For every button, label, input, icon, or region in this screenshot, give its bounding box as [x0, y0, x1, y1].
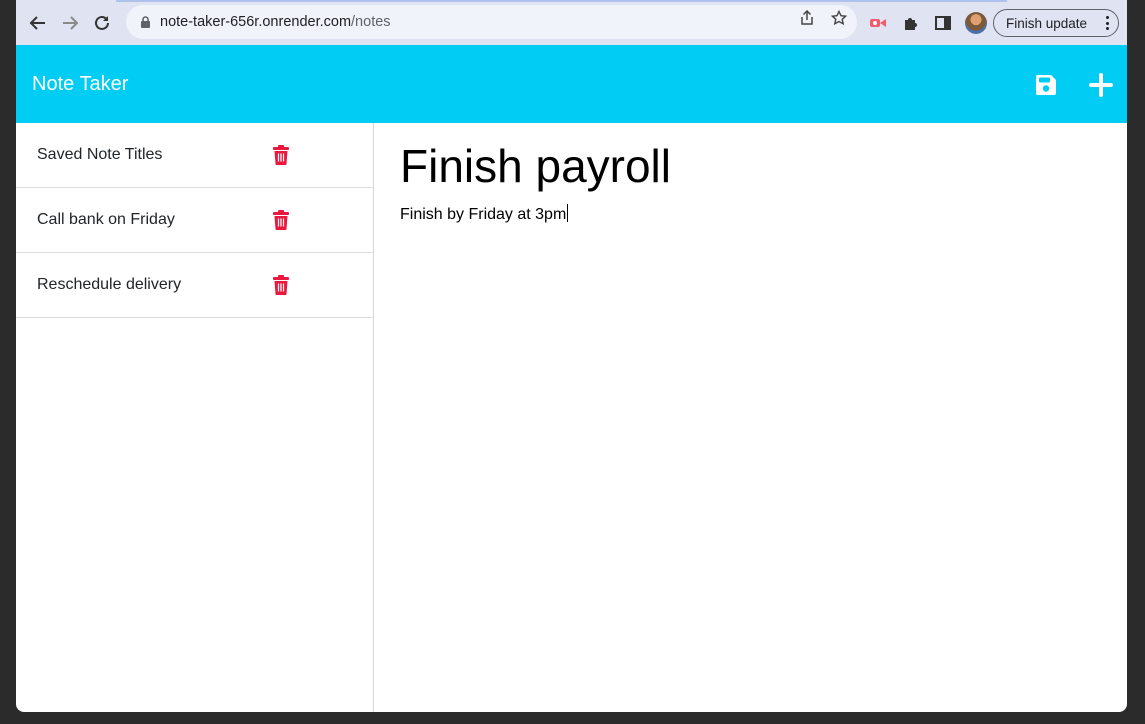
notes-sidebar: Saved Note Titles Call bank on Friday Re… [16, 123, 374, 712]
finish-update-button[interactable]: Finish update [993, 9, 1119, 37]
bookmark-star-icon[interactable] [830, 9, 848, 27]
lock-icon [138, 15, 152, 29]
more-menu-icon[interactable] [1105, 16, 1109, 30]
main-content: Saved Note Titles Call bank on Friday Re… [16, 123, 1127, 712]
extension-record-icon[interactable] [868, 13, 888, 33]
list-item[interactable]: Saved Note Titles [16, 123, 373, 188]
trash-icon[interactable] [273, 210, 289, 230]
save-icon[interactable] [1033, 72, 1059, 98]
app-header: Note Taker [16, 45, 1127, 123]
tab-strip-indicator [116, 0, 1007, 2]
note-item-label: Saved Note Titles [37, 146, 163, 163]
note-title-input[interactable]: Finish payroll [400, 139, 671, 193]
back-button[interactable] [26, 11, 50, 35]
forward-button[interactable] [58, 11, 82, 35]
arrow-left-icon [29, 16, 45, 30]
reload-icon [95, 15, 109, 30]
note-body-text: Finish by Friday at 3pm [400, 206, 567, 223]
note-list: Saved Note Titles Call bank on Friday Re… [16, 123, 373, 318]
browser-window: note-taker-656r.onrender.com/notes Finis… [16, 0, 1127, 712]
trash-icon[interactable] [273, 145, 289, 165]
arrow-right-icon [63, 16, 79, 30]
note-editor: Finish payroll Finish by Friday at 3pm [374, 123, 1127, 712]
note-item-label: Call bank on Friday [37, 211, 175, 228]
profile-avatar[interactable] [965, 12, 987, 34]
plus-icon[interactable] [1088, 72, 1114, 98]
url-text: note-taker-656r.onrender.com/notes [160, 14, 391, 30]
reload-button[interactable] [90, 11, 114, 35]
url-path: /notes [351, 14, 391, 30]
browser-toolbar: note-taker-656r.onrender.com/notes Finis… [16, 0, 1127, 45]
note-item-label: Reschedule delivery [37, 276, 182, 293]
app-title[interactable]: Note Taker [32, 73, 128, 96]
share-icon[interactable] [798, 9, 816, 27]
list-item[interactable]: Reschedule delivery [16, 253, 373, 318]
extensions-puzzle-icon[interactable] [901, 13, 921, 33]
trash-icon[interactable] [273, 275, 289, 295]
finish-update-label: Finish update [1006, 15, 1088, 31]
url-host: note-taker-656r.onrender.com [160, 14, 352, 30]
side-panel-icon[interactable] [933, 13, 953, 33]
text-caret [567, 204, 569, 222]
note-text-area[interactable]: Finish by Friday at 3pm [400, 204, 569, 224]
list-item[interactable]: Call bank on Friday [16, 188, 373, 253]
address-bar[interactable]: note-taker-656r.onrender.com/notes [126, 5, 857, 39]
